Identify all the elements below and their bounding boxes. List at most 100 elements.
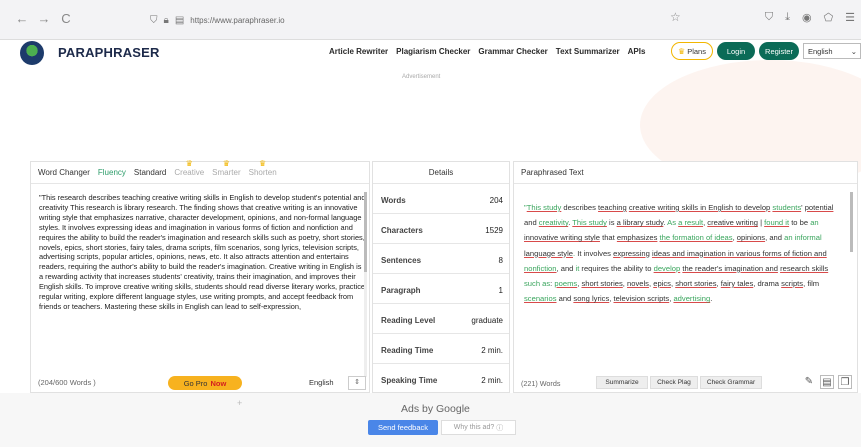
output-segment[interactable]: innovative writing style	[524, 233, 600, 242]
output-segment: that	[599, 233, 617, 243]
pocket-icon[interactable]: ⛉	[765, 11, 773, 24]
extensions-icon[interactable]: ⬠	[824, 11, 834, 24]
output-segment[interactable]: fairy tales	[721, 279, 754, 288]
brand-name[interactable]: PARAPHRASER	[58, 45, 160, 60]
crown-icon: ♛	[222, 159, 230, 168]
output-segment[interactable]: language style	[524, 249, 573, 258]
crown-icon: ♛	[678, 46, 686, 56]
tab-fluency[interactable]: Fluency	[98, 168, 126, 177]
output-panel: Paraphrased Text "This study describes t…	[513, 161, 858, 393]
output-segment[interactable]: students	[772, 203, 801, 212]
output-segment[interactable]: creative writing skills in English to de…	[629, 203, 770, 212]
detail-row-speaking-time: Speaking Time 2 min.	[373, 366, 509, 394]
output-segment[interactable]: a library study	[617, 218, 664, 227]
output-segment[interactable]: ideas and imagination in various forms o…	[652, 249, 827, 258]
output-segment[interactable]: epics	[653, 279, 671, 288]
output-segment[interactable]: television scripts	[614, 294, 670, 303]
check-grammar-button[interactable]: Check Grammar	[700, 376, 762, 389]
output-segment[interactable]: such as	[524, 279, 550, 288]
output-segment[interactable]: the reader's imagination and	[682, 264, 778, 273]
output-segment[interactable]: creative writing	[707, 218, 758, 227]
go-pro-label: Go Pro	[183, 378, 208, 388]
send-feedback-button[interactable]: Send feedback	[368, 420, 438, 435]
menu-icon[interactable]: ☰	[845, 11, 855, 24]
download-doc-icon[interactable]: ▤	[820, 375, 834, 389]
output-segment: requires the ability to	[579, 263, 654, 273]
tab-creative[interactable]: ♛ Creative	[174, 159, 204, 177]
output-footer: (221) Words Summarize Check Plag Check G…	[514, 374, 857, 392]
login-button[interactable]: Login	[717, 42, 755, 60]
back-button[interactable]: ←	[14, 11, 30, 26]
output-segment[interactable]: scenarios	[524, 294, 557, 303]
output-segment[interactable]: opinions	[737, 233, 765, 242]
download-icon[interactable]: ⤓	[785, 11, 790, 24]
output-segment[interactable]: emphasizes	[617, 233, 658, 242]
output-segment: , and	[556, 263, 576, 273]
detail-value: 2 min.	[481, 346, 503, 355]
language-select[interactable]: English ⌄	[803, 43, 861, 59]
language-stepper-icon[interactable]: ⇕	[348, 376, 366, 390]
output-segment: and	[524, 218, 539, 228]
output-segment[interactable]: scripts	[781, 279, 803, 288]
output-segment[interactable]: As	[667, 218, 678, 227]
output-segment[interactable]: expressing	[613, 249, 650, 258]
copy-icon[interactable]: ❐	[838, 375, 852, 389]
output-segment[interactable]: an informal	[784, 233, 822, 242]
output-segment: It involves	[577, 248, 614, 258]
summarize-button[interactable]: Summarize	[596, 376, 648, 389]
url-text: https://www.paraphraser.io	[190, 15, 285, 25]
input-language[interactable]: English	[309, 378, 334, 387]
detail-row-reading-level: Reading Level graduate	[373, 306, 509, 334]
reload-button[interactable]: C	[58, 11, 74, 26]
forward-button[interactable]: →	[36, 11, 52, 26]
nav-plagiarism-checker[interactable]: Plagiarism Checker	[396, 47, 470, 56]
bookmark-star-icon[interactable]: ☆	[670, 10, 681, 24]
output-segment[interactable]: a result	[678, 218, 703, 227]
output-segment[interactable]: creativity	[539, 218, 568, 227]
output-segment[interactable]: an	[810, 218, 818, 227]
input-scrollbar-thumb[interactable]	[364, 192, 367, 272]
output-segment[interactable]: nonfiction	[524, 264, 557, 273]
tab-shorten[interactable]: ♛ Shorten	[249, 159, 277, 177]
output-segment[interactable]: This study	[527, 203, 562, 212]
input-textarea[interactable]: "This research describes teaching creati…	[39, 193, 367, 373]
tab-standard[interactable]: Standard	[134, 168, 166, 177]
output-segment[interactable]: advertising	[673, 294, 710, 303]
output-segment: .	[710, 294, 713, 304]
output-segment[interactable]: short stories	[675, 279, 716, 288]
output-segment[interactable]: This study	[572, 218, 607, 227]
output-segment[interactable]: song lyrics	[573, 294, 609, 303]
output-segment[interactable]: teaching	[598, 203, 627, 212]
output-segment[interactable]: found it	[764, 218, 789, 227]
address-bar[interactable]: ⛉ 🔒︎ ▤ https://www.paraphraser.io	[150, 10, 690, 30]
account-icon[interactable]: ◉	[802, 11, 812, 24]
nav-grammar-checker[interactable]: Grammar Checker	[478, 47, 547, 56]
output-segment[interactable]: the formation of ideas	[660, 233, 733, 242]
ads-area: + Ads by Google Send feedback Why this a…	[0, 393, 861, 447]
output-scrollbar-thumb[interactable]	[850, 192, 853, 252]
why-this-ad-button[interactable]: Why this ad? ⓘ	[441, 420, 516, 435]
edit-pencil-icon[interactable]: ✎	[802, 375, 816, 389]
mode-tabs: Word Changer Fluency Standard ♛ Creative …	[31, 159, 369, 184]
plans-button[interactable]: ♛ Plans	[671, 42, 713, 60]
go-pro-button[interactable]: Go Pro Now	[168, 376, 242, 390]
nav-apis[interactable]: APIs	[628, 47, 646, 56]
paraphrased-text[interactable]: "This study describes teaching creative …	[524, 200, 846, 370]
nav-text-summarizer[interactable]: Text Summarizer	[556, 47, 620, 56]
detail-value: 1529	[485, 226, 503, 235]
check-plag-button[interactable]: Check Plag	[650, 376, 698, 389]
paraphraser-logo-icon[interactable]	[20, 41, 44, 65]
tab-word-changer[interactable]: Word Changer	[38, 168, 90, 177]
output-segment[interactable]: poems	[554, 279, 577, 288]
output-segment[interactable]: research skills	[780, 264, 828, 273]
register-button[interactable]: Register	[759, 42, 799, 60]
detail-row-paragraph: Paragraph 1	[373, 276, 509, 304]
output-segment[interactable]: novels	[627, 279, 649, 288]
details-panel: Details Words 204 Characters 1529 Senten…	[372, 161, 510, 393]
nav-article-rewriter[interactable]: Article Rewriter	[329, 47, 388, 56]
output-segment[interactable]: develop	[654, 264, 681, 273]
output-segment[interactable]: short stories	[581, 279, 622, 288]
output-segment[interactable]: potential	[805, 203, 834, 212]
plans-label: Plans	[687, 46, 706, 56]
tab-smarter[interactable]: ♛ Smarter	[212, 159, 240, 177]
